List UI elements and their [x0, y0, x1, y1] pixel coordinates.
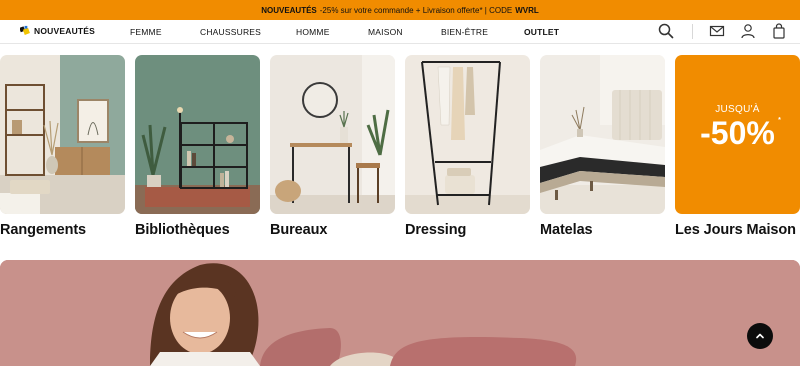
nav-item-maison[interactable]: MAISON	[368, 27, 403, 37]
bag-icon[interactable]	[771, 23, 787, 39]
promo-tile-discount: -50% *	[700, 114, 781, 152]
nav-item-label: NOUVEAUTÉS	[34, 25, 96, 36]
nav-item-homme[interactable]: HOMME	[296, 27, 330, 37]
category-matelas[interactable]: Matelas	[540, 55, 665, 238]
main-navigation: NOUVEAUTÉS FEMME CHAUSSURES HOMME MAISON…	[0, 20, 800, 44]
category-label: Dressing	[405, 222, 467, 238]
category-label: Matelas	[540, 222, 593, 238]
chevron-up-icon	[756, 333, 764, 339]
category-image	[270, 55, 395, 214]
promo-banner[interactable]: NOUVEAUTÉS -25% sur votre commande + Liv…	[0, 0, 800, 20]
user-icon[interactable]	[740, 23, 756, 39]
mail-icon[interactable]	[709, 23, 725, 39]
category-les-jours-maison[interactable]: JUSQU'À -50% * Les Jours Maison	[675, 55, 800, 238]
category-label: Les Jours Maison	[675, 222, 796, 238]
promo-banner-text: -25% sur votre commande + Livraison offe…	[319, 5, 513, 15]
category-image	[540, 55, 665, 214]
hero-image	[0, 260, 800, 366]
hero-banner[interactable]	[0, 260, 800, 366]
category-label: Rangements	[0, 222, 87, 238]
search-icon[interactable]	[658, 23, 674, 39]
category-image	[0, 55, 125, 214]
category-label: Bureaux	[270, 222, 328, 238]
promo-tile-prefix: JUSQU'À	[715, 103, 760, 115]
flag-icon	[20, 25, 30, 35]
category-image	[405, 55, 530, 214]
promo-banner-code: WVRL	[515, 5, 539, 15]
scroll-to-top-button[interactable]	[747, 323, 773, 349]
category-bureaux[interactable]: Bureaux	[270, 55, 395, 238]
promo-tile: JUSQU'À -50% *	[675, 55, 800, 214]
category-dressing[interactable]: Dressing	[405, 55, 530, 238]
promo-banner-highlight: NOUVEAUTÉS	[261, 5, 317, 15]
category-bibliotheques[interactable]: Bibliothèques	[135, 55, 260, 238]
nav-item-chaussures[interactable]: CHAUSSURES	[200, 27, 261, 37]
promo-tile-asterisk: *	[778, 116, 781, 124]
nav-item-nouveautes[interactable]: NOUVEAUTÉS	[20, 25, 95, 36]
nav-item-bien-etre[interactable]: BIEN-ÊTRE	[441, 27, 488, 37]
promo-tile-discount-value: -50%	[700, 114, 775, 151]
nav-item-femme[interactable]: FEMME	[130, 27, 162, 37]
nav-divider	[692, 24, 693, 39]
nav-item-outlet[interactable]: OUTLET	[524, 27, 559, 37]
category-image	[135, 55, 260, 214]
category-label: Bibliothèques	[135, 222, 230, 238]
category-rangements[interactable]: Rangements	[0, 55, 125, 238]
